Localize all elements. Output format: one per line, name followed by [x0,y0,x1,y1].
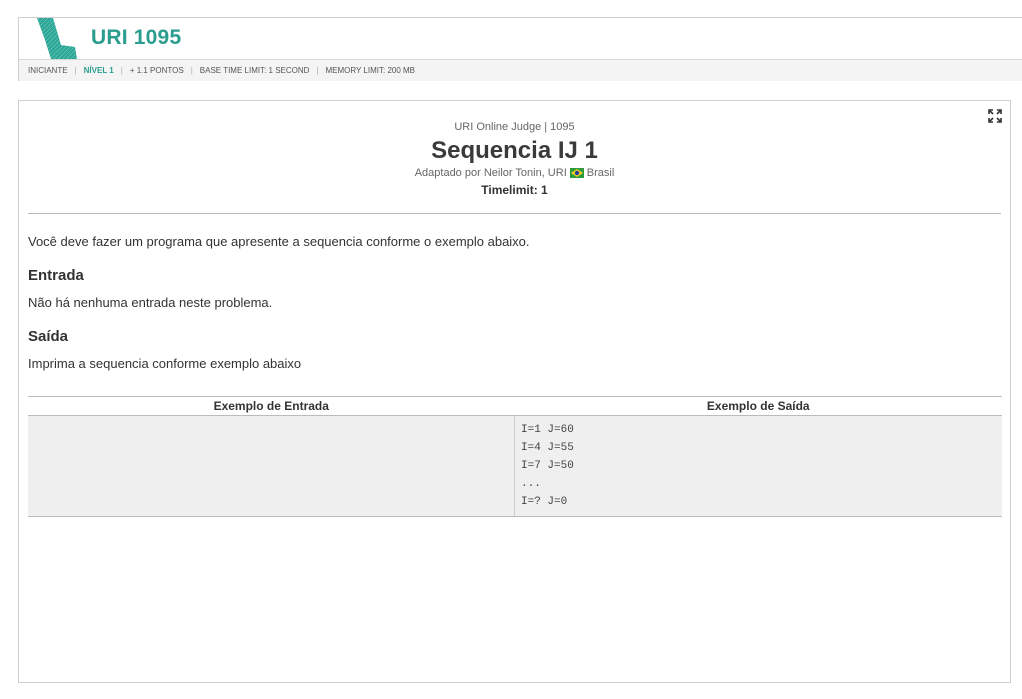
problem-meta-bar: INICIANTE | NÍVEL 1 | + 1.1 PONTOS | BAS… [19,59,1022,81]
output-line: I=1 J=60 [521,424,574,436]
input-description: Não há nenhuma entrada neste problema. [28,295,273,310]
output-section-title: Saída [28,328,69,345]
output-line: I=4 J=55 [521,442,574,454]
meta-separator: | [316,66,319,75]
problem-header: URI 1095 INICIANTE | NÍVEL 1 | + 1.1 PON… [18,17,1022,81]
example-input-header: Exemplo de Entrada [28,396,515,416]
country-label: Brasil [586,167,615,179]
points-label: + 1.1 PONTOS [129,66,184,75]
output-description: Imprima a sequencia conforme exemplo aba… [28,356,302,371]
expand-icon[interactable] [988,109,1002,123]
output-line: I=? J=0 [521,496,568,508]
example-output-cell: I=1 J=60 I=4 J=55 I=7 J=50 ... I=? J=0 [514,415,1002,517]
time-limit-label: BASE TIME LIMIT: 1 SECOND [199,66,310,75]
title-divider [28,213,1001,214]
brazil-flag-icon [569,168,584,178]
output-line: ... [521,478,541,490]
problem-body: Você deve fazer um programa que apresent… [19,234,1010,371]
example-output-header: Exemplo de Saída [514,396,1002,416]
problem-title-block: URI Online Judge | 1095 Sequencia IJ 1 A… [19,101,1010,197]
level-badge: NÍVEL 1 [83,66,114,75]
meta-separator: | [120,66,123,75]
input-section-title: Entrada [28,267,84,284]
meta-separator: | [190,66,193,75]
example-table: Exemplo de Entrada Exemplo de Saída I=1 … [28,396,1002,517]
problem-description: Você deve fazer um programa que apresent… [28,234,530,249]
problem-heading: URI 1095 [91,26,182,49]
memory-limit-label: MEMORY LIMIT: 200 MB [325,66,416,75]
example-input-cell [28,415,515,517]
problem-content: URI Online Judge | 1095 Sequencia IJ 1 A… [18,100,1011,683]
author-label: Adaptado por Neilor Tonin, URI [414,167,567,179]
judge-line: URI Online Judge | 1095 [454,121,575,133]
problem-title: Sequencia IJ 1 [431,137,598,164]
timelimit-label: Timelimit: 1 [481,183,548,197]
output-line: I=7 J=50 [521,460,574,472]
uri-logo-icon [35,18,81,59]
meta-separator: | [74,66,77,75]
category-link[interactable]: INICIANTE [28,66,68,75]
author-line: Adaptado por Neilor Tonin, URI Brasil [19,167,1010,179]
